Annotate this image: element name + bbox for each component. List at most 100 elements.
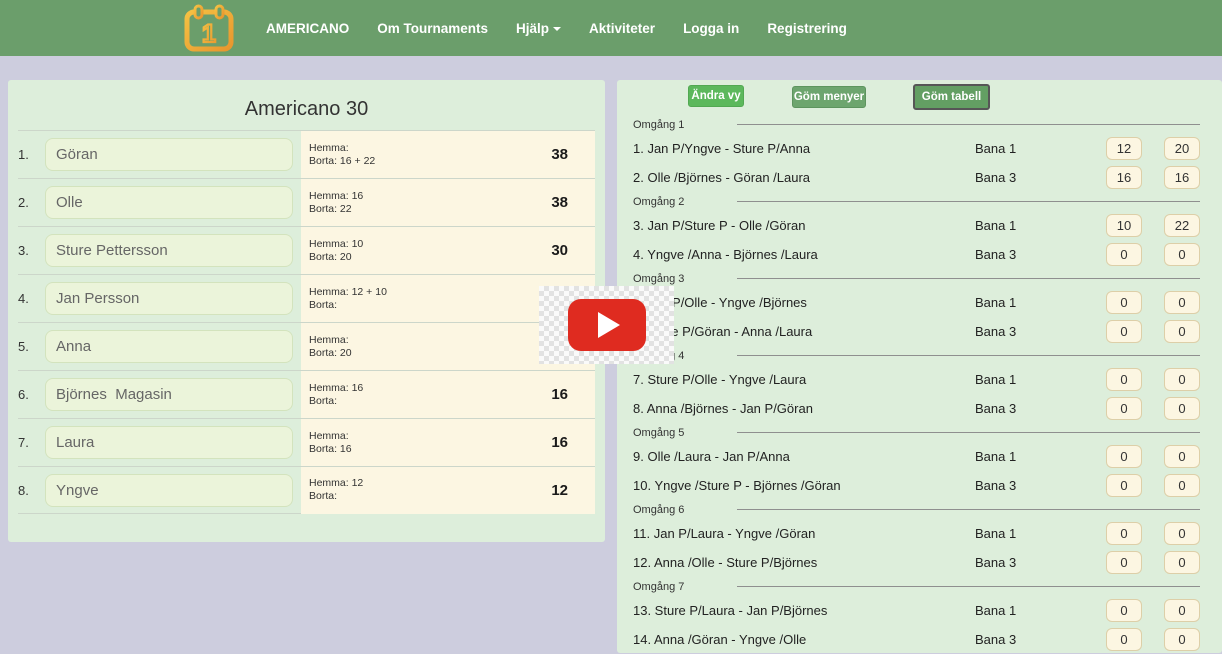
player-away: Borta: 20 bbox=[309, 347, 352, 360]
video-player-overlay[interactable] bbox=[539, 286, 674, 364]
player-name-input[interactable] bbox=[45, 474, 293, 507]
match-title: 4. Yngve /Anna - Björnes /Laura bbox=[633, 247, 975, 262]
player-name-input[interactable] bbox=[45, 378, 293, 411]
match-score-input-1[interactable] bbox=[1106, 214, 1142, 237]
round-block: Omgång 1 1. Jan P/Yngve - Sture P/Anna B… bbox=[633, 115, 1200, 192]
match-score-input-2[interactable] bbox=[1164, 474, 1200, 497]
round-label: Omgång 5 bbox=[633, 427, 737, 439]
match-score-input-1[interactable] bbox=[1106, 166, 1142, 189]
match-row: 11. Jan P/Laura - Yngve /Göran Bana 1 bbox=[633, 519, 1200, 548]
match-court: Bana 3 bbox=[975, 247, 1106, 262]
player-score: 38 bbox=[551, 146, 568, 163]
hide-menus-button[interactable]: Göm menyer bbox=[792, 86, 866, 108]
player-name-input[interactable] bbox=[45, 426, 293, 459]
match-court: Bana 3 bbox=[975, 555, 1106, 570]
player-name-input[interactable] bbox=[45, 330, 293, 363]
player-home: Hemma: 12 + 10 bbox=[309, 286, 387, 299]
player-rank: 2. bbox=[18, 195, 45, 210]
match-title: 3. Jan P/Sture P - Olle /Göran bbox=[633, 218, 975, 233]
tournament-title: Americano 30 bbox=[8, 80, 605, 130]
nav-item-hjalp-label: Hjälp bbox=[516, 21, 549, 36]
match-row: 6. Sture P/Göran - Anna /Laura Bana 3 bbox=[633, 317, 1200, 346]
player-result-cell: Hemma: 10 Borta: 20 30 bbox=[301, 227, 595, 274]
brand-logo[interactable]: 1 bbox=[178, 4, 240, 52]
player-away: Borta: 20 bbox=[309, 251, 363, 264]
match-score-input-2[interactable] bbox=[1164, 397, 1200, 420]
player-score: 38 bbox=[551, 194, 568, 211]
nav-item-registrering[interactable]: Registrering bbox=[753, 21, 861, 36]
match-score-input-1[interactable] bbox=[1106, 368, 1142, 391]
standings-panel: Americano 30 1. Hemma: Borta: 16 + 22 38… bbox=[8, 80, 605, 542]
nav-item-americano[interactable]: AMERICANO bbox=[252, 21, 363, 36]
match-score-input-1[interactable] bbox=[1106, 551, 1142, 574]
player-result-cell: Hemma: Borta: 16 16 bbox=[301, 419, 595, 466]
match-score-input-1[interactable] bbox=[1106, 137, 1142, 160]
nav-item-aktiviteter[interactable]: Aktiviteter bbox=[575, 21, 669, 36]
round-label: Omgång 3 bbox=[633, 273, 737, 285]
match-court: Bana 1 bbox=[975, 372, 1106, 387]
match-score-input-2[interactable] bbox=[1164, 551, 1200, 574]
player-row: 3. Hemma: 10 Borta: 20 30 bbox=[18, 226, 595, 274]
svg-text:1: 1 bbox=[202, 20, 216, 48]
match-score-input-2[interactable] bbox=[1164, 214, 1200, 237]
player-home-away: Hemma: 16 Borta: bbox=[309, 382, 363, 408]
player-name-input[interactable] bbox=[45, 138, 293, 171]
match-score-input-1[interactable] bbox=[1106, 243, 1142, 266]
round-divider bbox=[737, 586, 1200, 587]
round-divider bbox=[737, 278, 1200, 279]
player-name-input[interactable] bbox=[45, 186, 293, 219]
match-title: 11. Jan P/Laura - Yngve /Göran bbox=[633, 526, 975, 541]
nav-item-hjalp[interactable]: Hjälp bbox=[502, 21, 575, 36]
match-title: 6. Sture P/Göran - Anna /Laura bbox=[633, 324, 975, 339]
round-block: Omgång 2 3. Jan P/Sture P - Olle /Göran … bbox=[633, 192, 1200, 269]
match-court: Bana 3 bbox=[975, 632, 1106, 647]
match-score-input-2[interactable] bbox=[1164, 166, 1200, 189]
player-home-away: Hemma: 16 Borta: 22 bbox=[309, 190, 363, 216]
match-score-input-1[interactable] bbox=[1106, 474, 1142, 497]
player-row: 1. Hemma: Borta: 16 + 22 38 bbox=[18, 130, 595, 178]
round-block: Omgång 6 11. Jan P/Laura - Yngve /Göran … bbox=[633, 500, 1200, 577]
match-score-input-2[interactable] bbox=[1164, 599, 1200, 622]
player-home: Hemma: 16 bbox=[309, 190, 363, 203]
match-court: Bana 3 bbox=[975, 401, 1106, 416]
player-name-input[interactable] bbox=[45, 234, 293, 267]
nav-item-om-tournaments[interactable]: Om Tournaments bbox=[363, 21, 502, 36]
match-row: 2. Olle /Björnes - Göran /Laura Bana 3 bbox=[633, 163, 1200, 192]
match-court: Bana 1 bbox=[975, 141, 1106, 156]
match-court: Bana 1 bbox=[975, 449, 1106, 464]
match-title: 5. Jan P/Olle - Yngve /Björnes bbox=[633, 295, 975, 310]
change-view-button[interactable]: Ändra vy bbox=[688, 85, 744, 107]
hide-table-button[interactable]: Göm tabell bbox=[913, 84, 990, 110]
round-block: Omgång 5 9. Olle /Laura - Jan P/Anna Ban… bbox=[633, 423, 1200, 500]
chevron-down-icon bbox=[553, 27, 561, 31]
match-score-input-2[interactable] bbox=[1164, 320, 1200, 343]
player-name-input[interactable] bbox=[45, 282, 293, 315]
player-result-cell: Hemma: Borta: 16 + 22 38 bbox=[301, 131, 595, 178]
schedule-panel: Ändra vy Göm menyer Göm tabell Omgång 1 … bbox=[617, 80, 1222, 653]
youtube-play-button[interactable] bbox=[568, 299, 646, 351]
match-row: 13. Sture P/Laura - Jan P/Björnes Bana 1 bbox=[633, 596, 1200, 625]
match-row: 14. Anna /Göran - Yngve /Olle Bana 3 bbox=[633, 625, 1200, 654]
round-divider bbox=[737, 509, 1200, 510]
match-score-input-2[interactable] bbox=[1164, 291, 1200, 314]
match-score-input-2[interactable] bbox=[1164, 137, 1200, 160]
match-score-input-1[interactable] bbox=[1106, 320, 1142, 343]
match-score-input-1[interactable] bbox=[1106, 397, 1142, 420]
nav-item-logga-in[interactable]: Logga in bbox=[669, 21, 753, 36]
match-score-input-1[interactable] bbox=[1106, 599, 1142, 622]
match-score-input-2[interactable] bbox=[1164, 243, 1200, 266]
player-row: 6. Hemma: 16 Borta: 16 bbox=[18, 370, 595, 418]
match-court: Bana 1 bbox=[975, 603, 1106, 618]
player-row: 4. Hemma: 12 + 10 Borta: bbox=[18, 274, 595, 322]
match-title: 7. Sture P/Olle - Yngve /Laura bbox=[633, 372, 975, 387]
match-score-input-2[interactable] bbox=[1164, 368, 1200, 391]
match-court: Bana 3 bbox=[975, 170, 1106, 185]
match-score-input-2[interactable] bbox=[1164, 522, 1200, 545]
match-score-input-1[interactable] bbox=[1106, 291, 1142, 314]
match-score-input-1[interactable] bbox=[1106, 445, 1142, 468]
player-home-away: Hemma: Borta: 16 + 22 bbox=[309, 142, 375, 168]
match-score-input-1[interactable] bbox=[1106, 522, 1142, 545]
match-score-input-2[interactable] bbox=[1164, 445, 1200, 468]
match-score-input-2[interactable] bbox=[1164, 628, 1200, 651]
match-score-input-1[interactable] bbox=[1106, 628, 1142, 651]
